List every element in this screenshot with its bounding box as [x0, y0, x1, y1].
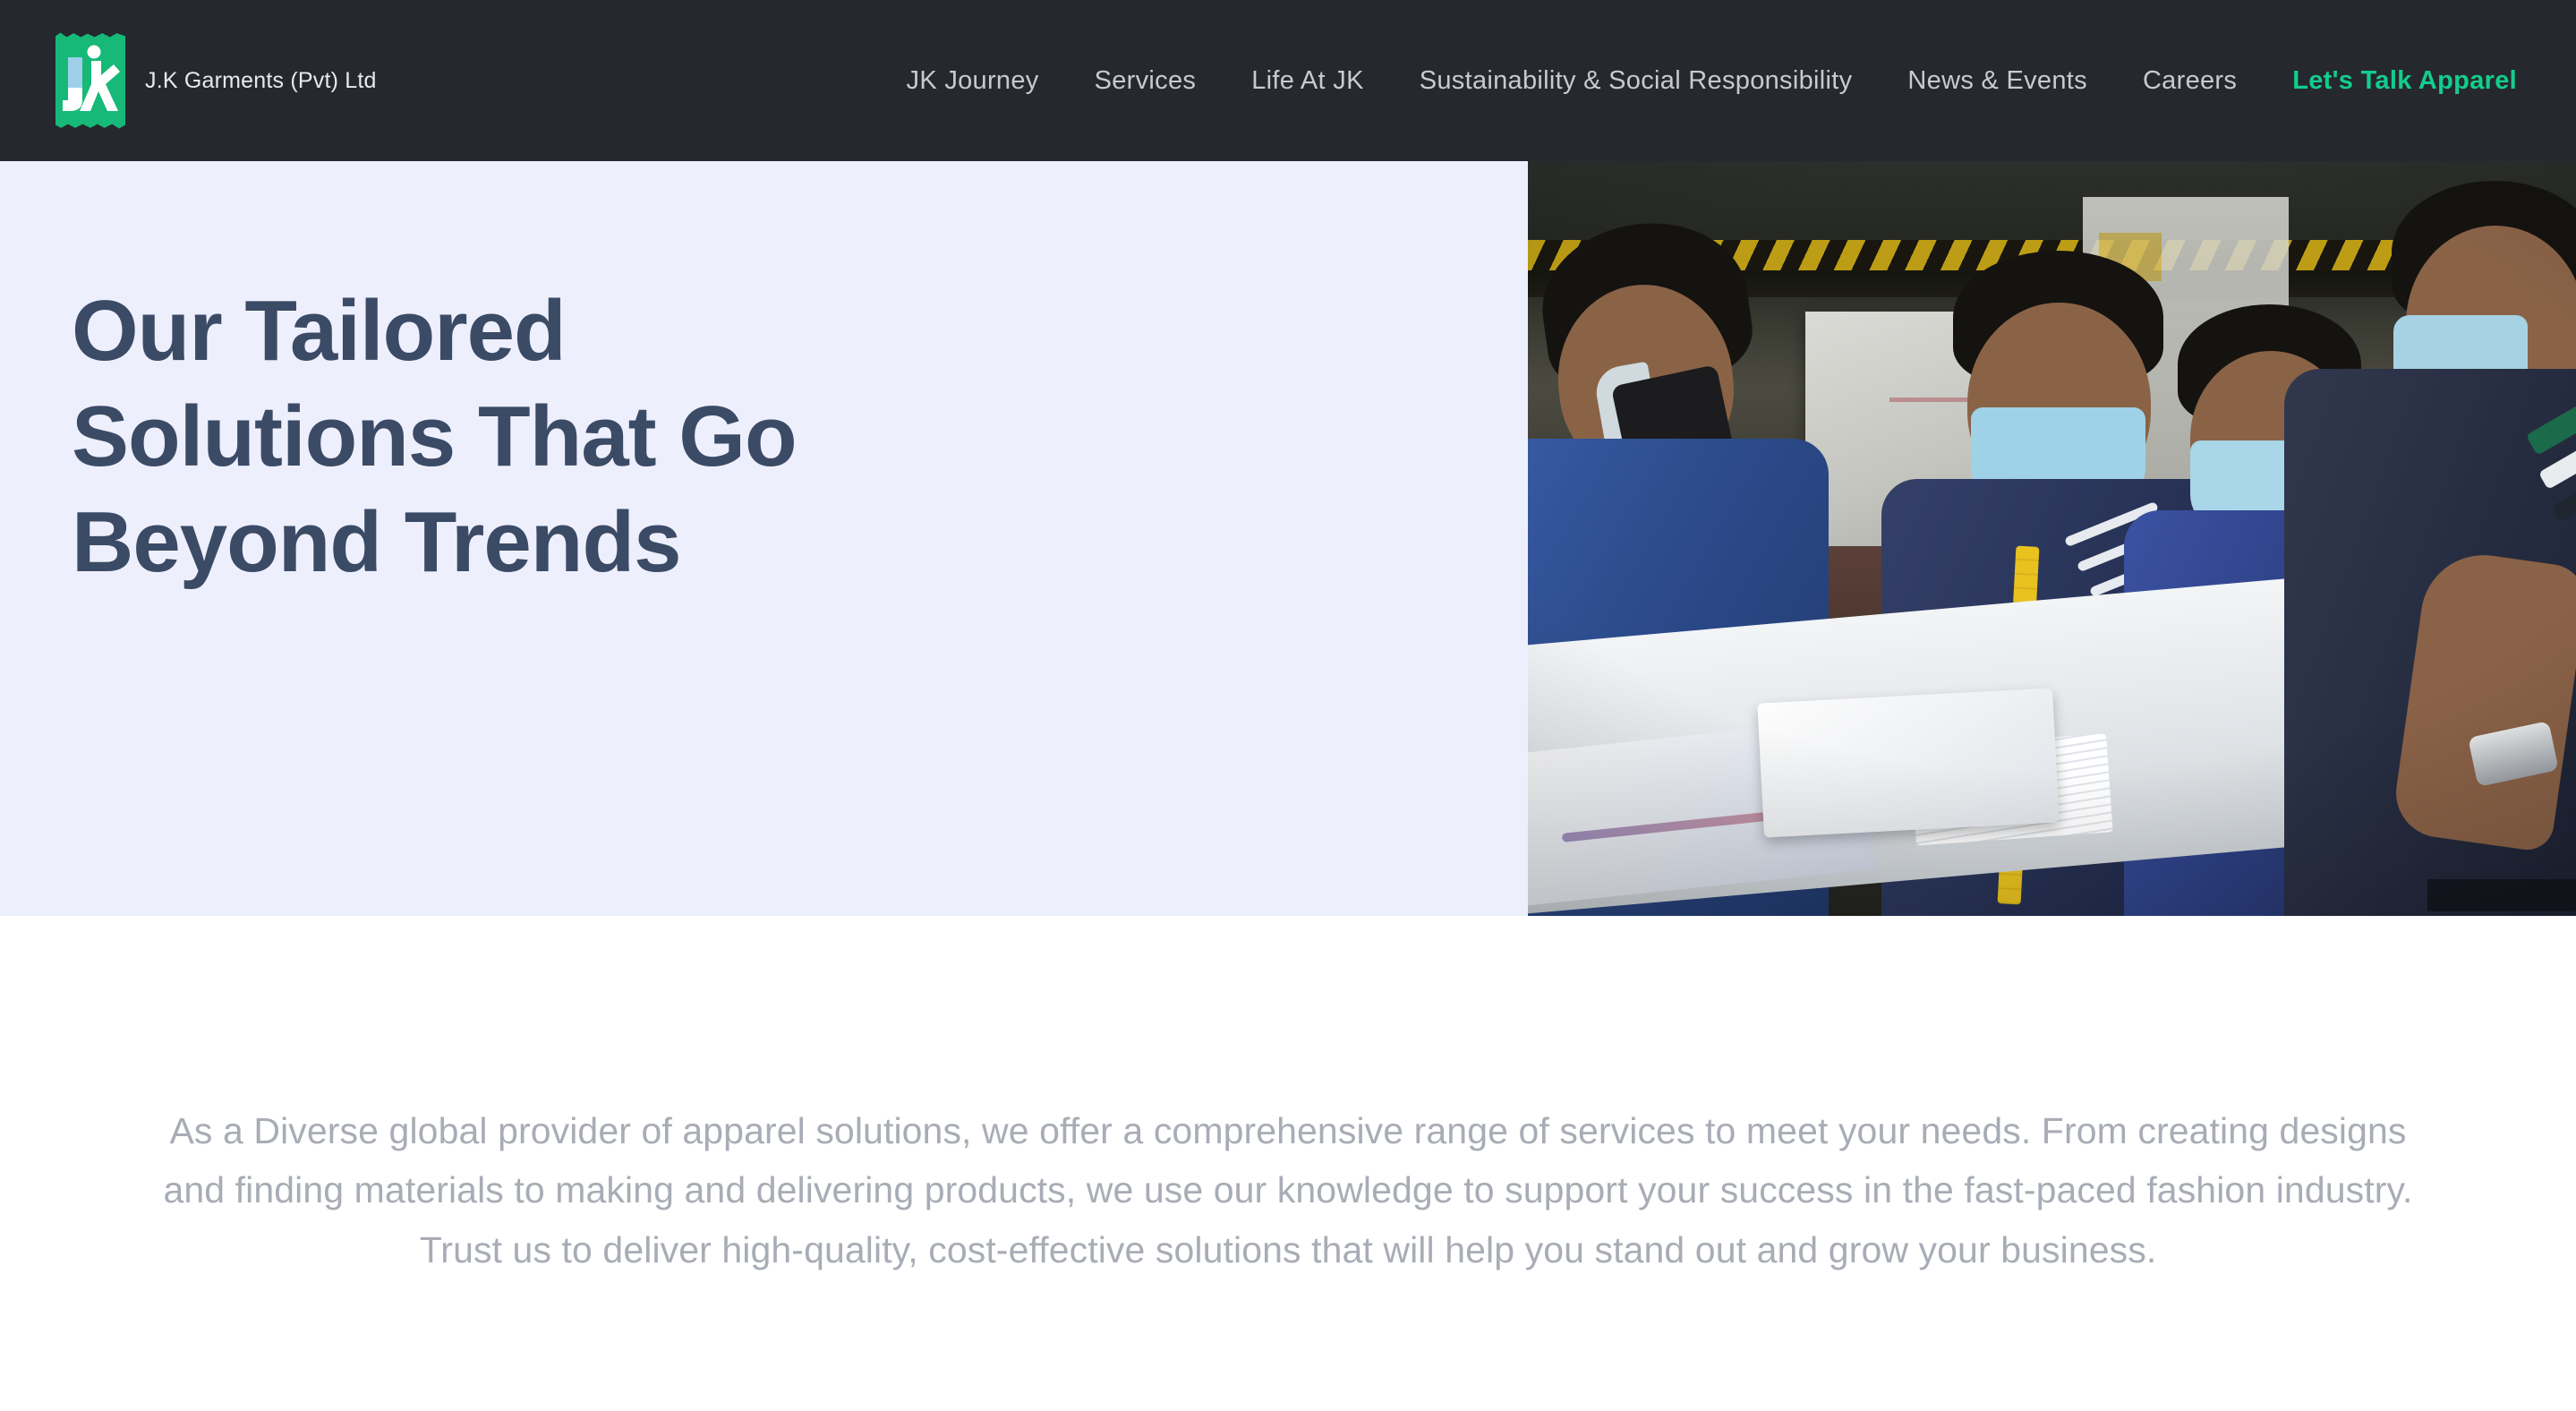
page-title: Our Tailored Solutions That Go Beyond Tr… [72, 288, 1468, 586]
main-navigation: JK Journey Services Life At JK Sustainab… [879, 57, 2517, 105]
nav-item-life-at-jk[interactable]: Life At JK [1251, 57, 1364, 105]
hero-image [1528, 161, 2576, 916]
intro-section: As a Diverse global provider of apparel … [0, 916, 2576, 1411]
nav-item-services[interactable]: Services [1095, 57, 1197, 105]
brand-name: J.K Garments (Pvt) Ltd [145, 67, 377, 93]
worker-person-4 [2284, 181, 2576, 916]
brand-logo-link[interactable]: J.K Garments (Pvt) Ltd [55, 32, 377, 129]
p4-belt [2427, 879, 2576, 911]
hero-title-line-2: Solutions That Go [72, 389, 798, 484]
nav-item-jk-journey[interactable]: JK Journey [907, 57, 1039, 105]
hero-copy: Our Tailored Solutions That Go Beyond Tr… [72, 288, 1468, 605]
jk-garments-logo-icon [55, 32, 125, 129]
nav-item-lets-talk-apparel[interactable]: Let's Talk Apparel [2292, 57, 2517, 105]
hero-title-line-1: Our Tailored [72, 283, 567, 379]
nav-item-news-and-events[interactable]: News & Events [1907, 57, 2087, 105]
hero-section: Our Tailored Solutions That Go Beyond Tr… [0, 161, 2576, 916]
factory-scene [1528, 161, 2576, 916]
intro-paragraph: As a Diverse global provider of apparel … [163, 1109, 2413, 1270]
fabric-sheet-center [1757, 688, 2060, 838]
hero-title-line-3: Beyond Trends [72, 494, 681, 590]
nav-item-careers[interactable]: Careers [2143, 57, 2237, 105]
nav-item-sustainability[interactable]: Sustainability & Social Responsibility [1420, 57, 1853, 105]
site-header: J.K Garments (Pvt) Ltd JK Journey Servic… [0, 0, 2576, 161]
